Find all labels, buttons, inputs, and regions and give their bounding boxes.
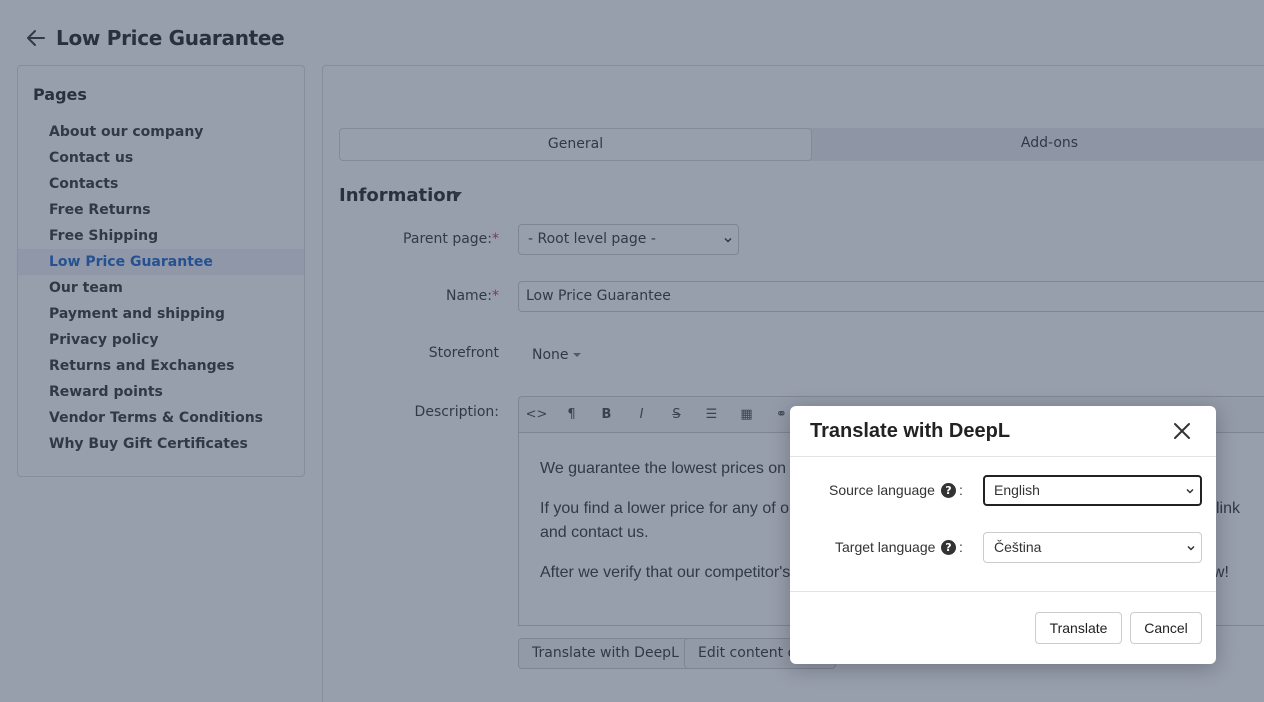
- help-icon[interactable]: ?: [941, 483, 956, 498]
- cancel-button[interactable]: Cancel: [1130, 612, 1202, 644]
- dialog-title: Translate with DeepL: [810, 420, 1011, 442]
- close-icon[interactable]: [1173, 422, 1191, 440]
- translate-button[interactable]: Translate: [1035, 612, 1122, 644]
- target-language-label: Target language: [835, 539, 936, 555]
- chevron-down-icon: [1186, 488, 1194, 494]
- label-colon: :: [959, 482, 963, 498]
- source-language-value: English: [994, 482, 1040, 498]
- help-icon[interactable]: ?: [941, 540, 956, 555]
- page-root: Low Price Guarantee Pages About our comp…: [0, 0, 1264, 702]
- source-language-select[interactable]: English: [983, 475, 1202, 506]
- translate-dialog: Translate with DeepL Source language ? :…: [790, 406, 1216, 664]
- dialog-header-divider: [790, 456, 1216, 457]
- label-colon: :: [959, 539, 963, 555]
- source-language-label: Source language: [829, 482, 935, 498]
- dialog-footer-divider: [790, 591, 1216, 592]
- chevron-down-icon: [1187, 545, 1195, 551]
- target-language-select[interactable]: Čeština: [983, 532, 1202, 563]
- target-language-value: Čeština: [994, 539, 1042, 555]
